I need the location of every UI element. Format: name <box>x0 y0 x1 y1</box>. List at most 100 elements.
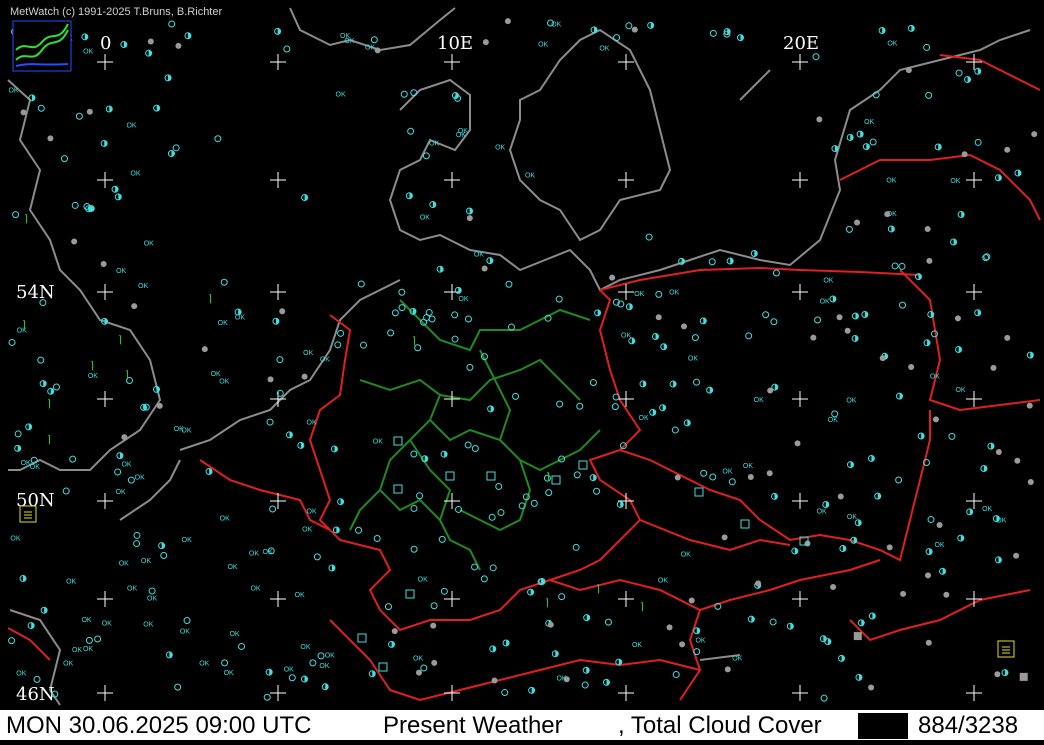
station-no-data[interactable] <box>724 666 731 673</box>
station-clear-sky[interactable] <box>14 430 22 438</box>
station-no-data[interactable] <box>20 109 27 116</box>
station-fog-marker[interactable] <box>378 662 388 672</box>
station-ok-label[interactable]: OK <box>474 251 484 258</box>
station-no-data[interactable] <box>430 622 437 629</box>
station-no-data[interactable] <box>391 628 398 635</box>
station-ok-label[interactable]: OK <box>10 535 20 542</box>
station-no-data[interactable] <box>924 225 931 232</box>
station-cloud-cover[interactable] <box>486 257 494 265</box>
station-clear-sky[interactable] <box>955 69 963 77</box>
station-no-data[interactable] <box>905 67 912 74</box>
station-clear-sky[interactable] <box>172 144 180 152</box>
station-ok-label[interactable]: OK <box>632 642 642 649</box>
station-cloud-cover[interactable] <box>184 32 192 40</box>
station-clear-sky[interactable] <box>214 135 222 143</box>
station-no-data[interactable] <box>374 47 381 54</box>
station-ok-label[interactable]: OK <box>88 373 98 380</box>
station-clear-sky[interactable] <box>691 334 699 342</box>
station-fog-marker[interactable] <box>551 475 561 485</box>
station-cloud-cover[interactable] <box>454 286 462 294</box>
station-clear-sky[interactable] <box>530 499 538 507</box>
station-cloud-cover[interactable] <box>25 423 33 431</box>
station-no-data[interactable] <box>547 621 554 628</box>
station-no-data[interactable] <box>810 334 817 341</box>
weather-symbol-icon[interactable]: ⌉ <box>596 584 600 595</box>
weather-alert-icon[interactable] <box>997 640 1015 658</box>
station-cloud-cover[interactable] <box>81 33 89 41</box>
station-cloud-cover[interactable] <box>164 74 172 82</box>
station-cloud-cover[interactable] <box>693 627 701 635</box>
station-no-data[interactable] <box>681 323 688 330</box>
station-cloud-cover[interactable] <box>625 303 633 311</box>
station-no-data[interactable] <box>868 684 875 691</box>
station-cloud-cover[interactable] <box>1001 669 1009 677</box>
station-cloud-cover[interactable] <box>750 249 758 257</box>
station-cloud-cover[interactable] <box>649 408 657 416</box>
station-no-data[interactable] <box>415 669 422 676</box>
station-cloud-cover[interactable] <box>27 622 35 630</box>
station-clear-sky[interactable] <box>160 551 168 559</box>
station-clear-sky[interactable] <box>317 652 325 660</box>
station-ok-label[interactable]: OK <box>119 561 129 568</box>
station-ok-label[interactable]: OK <box>219 378 229 385</box>
station-cloud-cover[interactable] <box>158 542 166 550</box>
station-clear-sky[interactable] <box>398 288 406 296</box>
station-cloud-cover[interactable] <box>851 334 859 342</box>
station-ok-label[interactable]: OK <box>886 178 896 185</box>
station-ok-label[interactable]: OK <box>413 655 423 662</box>
station-clear-sky[interactable] <box>488 513 496 521</box>
station-clear-sky[interactable] <box>283 45 291 53</box>
station-ok-label[interactable]: OK <box>950 178 960 185</box>
station-cloud-cover[interactable] <box>628 337 636 345</box>
station-ok-label[interactable]: OK <box>556 675 566 682</box>
station-cloud-cover[interactable] <box>770 492 778 500</box>
station-clear-sky[interactable] <box>148 587 156 595</box>
station-no-data[interactable] <box>961 151 968 158</box>
station-ok-label[interactable]: OK <box>639 415 649 422</box>
station-ok-label[interactable]: OK <box>116 268 126 275</box>
station-fog-marker[interactable] <box>694 487 704 497</box>
station-no-data[interactable] <box>47 135 54 142</box>
station-clear-sky[interactable] <box>71 201 79 209</box>
station-cloud-cover[interactable] <box>330 445 338 453</box>
weather-symbol-icon[interactable]: ⌉ <box>47 399 51 410</box>
station-clear-sky[interactable] <box>770 318 778 326</box>
station-clear-sky[interactable] <box>611 403 619 411</box>
station-clear-sky[interactable] <box>505 280 513 288</box>
station-no-data[interactable] <box>86 108 93 115</box>
station-clear-sky[interactable] <box>497 509 505 517</box>
station-cloud-cover[interactable] <box>846 133 854 141</box>
station-cloud-cover[interactable] <box>639 380 647 388</box>
weather-symbol-icon[interactable]: ⌉ <box>24 214 28 225</box>
station-ok-label[interactable]: OK <box>525 172 535 179</box>
station-clear-sky[interactable] <box>899 301 907 309</box>
station-ok-label[interactable]: OK <box>365 44 375 51</box>
station-cloud-cover[interactable] <box>856 130 864 138</box>
station-cloud-cover[interactable] <box>955 346 963 354</box>
station-ok-label[interactable]: OK <box>754 397 764 404</box>
station-no-data[interactable] <box>279 308 286 315</box>
station-no-data[interactable] <box>156 402 163 409</box>
station-ok-label[interactable]: OK <box>211 371 221 378</box>
station-ok-label[interactable]: OK <box>229 631 239 638</box>
station-fog-marker[interactable] <box>578 460 588 470</box>
station-cloud-cover[interactable] <box>878 27 886 35</box>
station-clear-sky[interactable] <box>573 471 581 479</box>
station-cloud-cover[interactable] <box>966 508 974 516</box>
station-ok-label[interactable]: OK <box>30 464 40 471</box>
station-ok-label[interactable]: OK <box>864 119 874 126</box>
station-no-data[interactable] <box>1031 131 1038 138</box>
station-cloud-cover[interactable] <box>957 534 965 542</box>
station-no-data[interactable] <box>900 590 907 597</box>
station-clear-sky[interactable] <box>604 618 612 626</box>
station-cloud-cover[interactable] <box>847 461 855 469</box>
station-no-data[interactable] <box>836 314 843 321</box>
station-no-data[interactable] <box>131 303 138 310</box>
station-cloud-cover[interactable] <box>747 615 755 623</box>
station-clear-sky[interactable] <box>94 635 102 643</box>
station-ok-label[interactable]: OK <box>955 387 965 394</box>
station-no-data[interactable] <box>267 376 274 383</box>
station-cloud-cover[interactable] <box>466 207 474 215</box>
station-no-data[interactable] <box>879 355 886 362</box>
station-cloud-cover[interactable] <box>265 668 273 676</box>
